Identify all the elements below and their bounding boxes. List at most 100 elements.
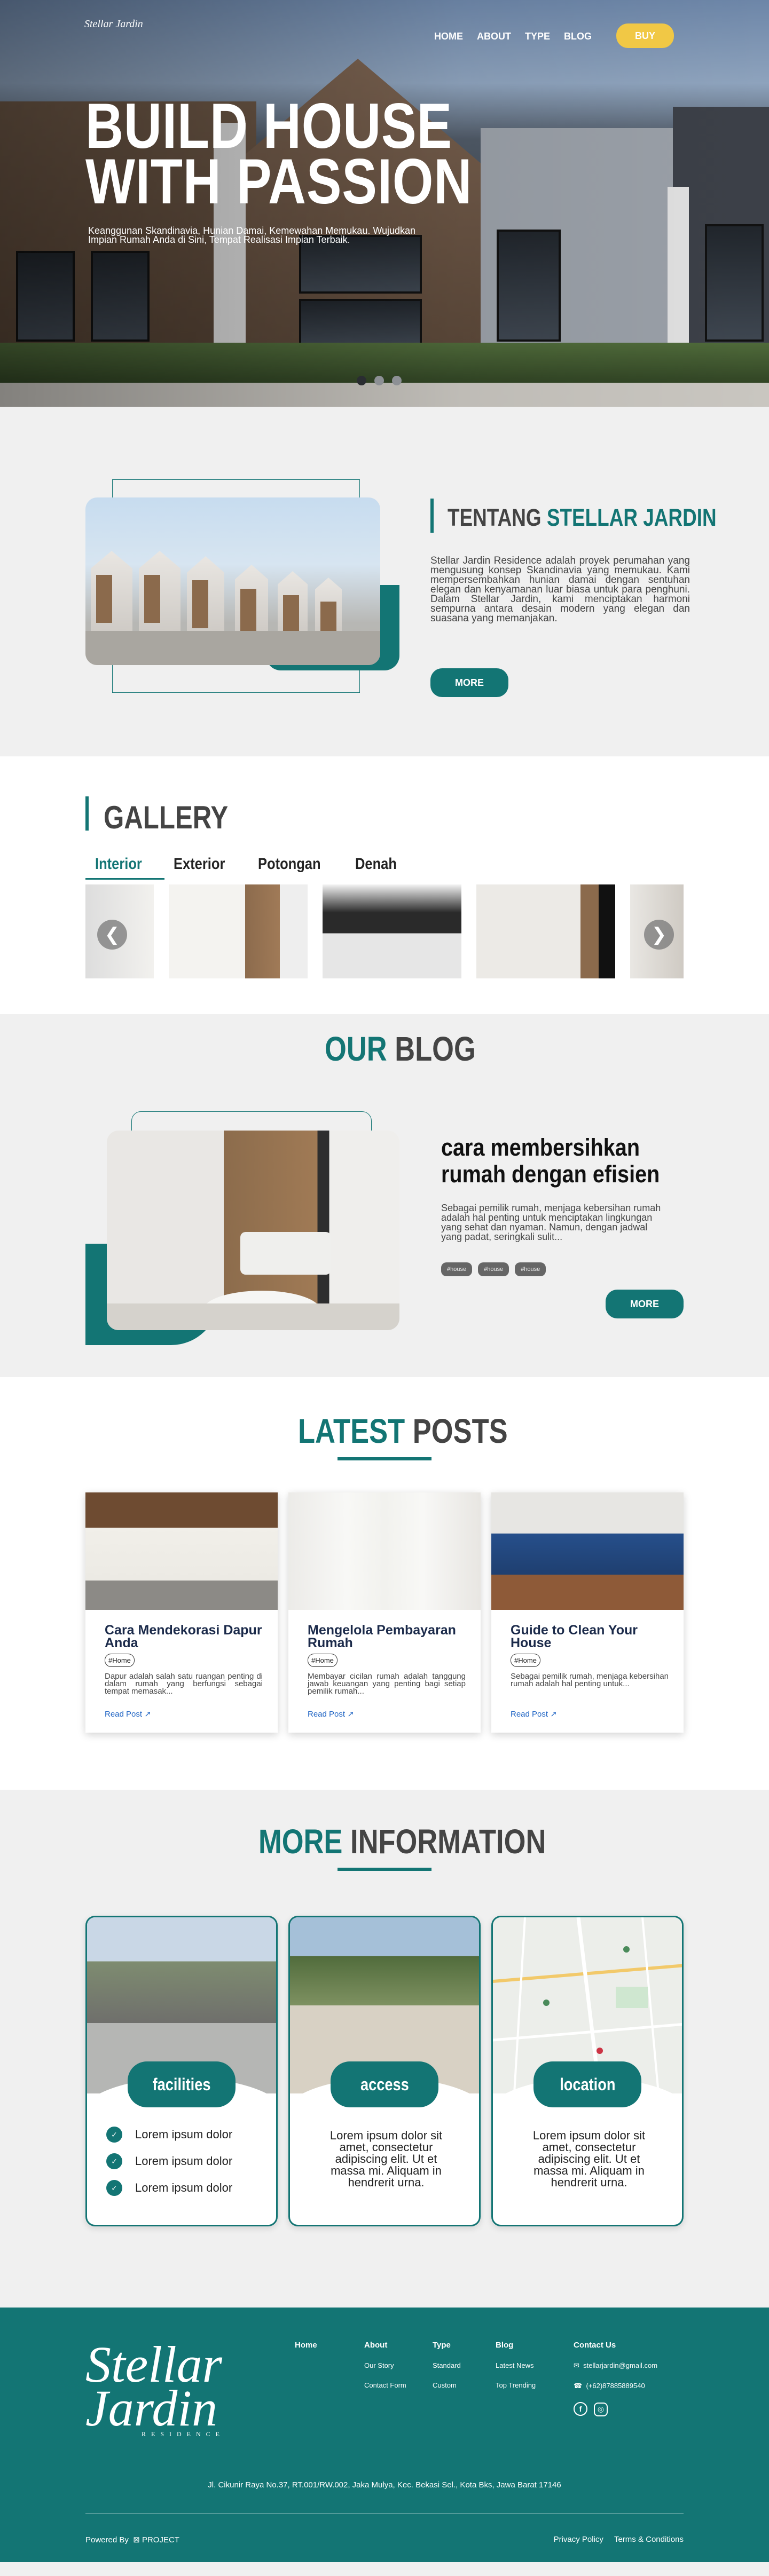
gallery-thumbnails (85, 884, 684, 978)
post-image (85, 1492, 278, 1610)
nav-about[interactable]: ABOUT (477, 31, 511, 42)
read-post-link[interactable]: Read Post ↗ (511, 1709, 557, 1719)
blog-title: OUR BLOG (325, 1030, 476, 1068)
facebook-icon[interactable]: f (574, 2402, 587, 2416)
post-image (288, 1492, 481, 1610)
about-text: Stellar Jardin Residence adalah proyek p… (430, 555, 690, 624)
contact-phone[interactable]: (+62)87885889540 (586, 2382, 645, 2390)
footer-col-home: Home (295, 2341, 317, 2361)
list-item: ✓ Lorem ipsum dolor (106, 2153, 232, 2169)
footer-link[interactable]: Custom (433, 2381, 461, 2389)
post-tag[interactable]: #Home (511, 1654, 540, 1667)
blog-excerpt: Sebagai pemilik rumah, menjaga kebersiha… (441, 1203, 661, 1242)
privacy-policy-link[interactable]: Privacy Policy (554, 2535, 603, 2544)
about-more-button[interactable]: MORE (430, 668, 508, 697)
gallery-prev-button[interactable]: ❮ (97, 920, 127, 950)
footer-link[interactable]: Top Trending (496, 2381, 536, 2389)
gallery-image[interactable] (476, 884, 615, 978)
hero-title: BUILD HOUSE WITH PASSION (85, 90, 473, 217)
footer-contact: Contact Us ✉ stellarjardin@gmail.com ☎ (… (574, 2341, 657, 2428)
hero-subtitle: Keanggunan Skandinavia, Hunian Damai, Ke… (88, 225, 416, 245)
gallery-section: GALLERY Interior Exterior Potongan Denah… (0, 756, 769, 1014)
footer-link[interactable]: Standard (433, 2361, 461, 2369)
post-tag[interactable]: #Home (308, 1654, 338, 1667)
powered-by: Powered By ⊠ PROJECT (85, 2535, 179, 2545)
footer-link[interactable]: Latest News (496, 2361, 536, 2369)
tab-denah[interactable]: Denah (355, 855, 397, 873)
blog-tag[interactable]: #house (515, 1262, 546, 1276)
project-logo-icon: ⊠ (133, 2535, 140, 2545)
gallery-image[interactable] (169, 884, 308, 978)
footer-col-type: Type Standard Custom (433, 2341, 461, 2401)
blog-more-button[interactable]: MORE (606, 1290, 684, 1318)
tab-interior[interactable]: Interior (95, 855, 142, 873)
phone-icon: ☎ (574, 2382, 583, 2390)
post-text: Membayar cicilan rumah adalah tanggung j… (308, 1672, 466, 1696)
nav-type[interactable]: TYPE (525, 31, 550, 42)
hero-section: Stellar Jardin HOME ABOUT TYPE BLOG BUY … (0, 0, 769, 407)
nav-blog[interactable]: BLOG (564, 31, 592, 42)
footer-heading: Contact Us (574, 2341, 616, 2350)
footer-col-about: About Our Story Contact Form (364, 2341, 406, 2401)
access-text: Lorem ipsum dolor sit amet, consectetur … (329, 2129, 443, 2189)
blog-tag[interactable]: #house (441, 1262, 473, 1276)
list-item: ✓ Lorem ipsum dolor (106, 2127, 232, 2143)
post-card[interactable]: Cara Mendekorasi Dapur Anda #Home Dapur … (85, 1492, 278, 1733)
info-card-facilities[interactable]: facilities ✓ Lorem ipsum dolor ✓ Lorem ips… (85, 1916, 278, 2226)
access-label: access (331, 2061, 438, 2107)
read-post-link[interactable]: Read Post ↗ (105, 1709, 151, 1719)
gallery-title: GALLERY (104, 800, 229, 835)
instagram-icon[interactable]: ◎ (594, 2402, 608, 2416)
about-image (85, 497, 380, 665)
gallery-next-button[interactable]: ❯ (644, 920, 674, 950)
footer: Stellar Jardin RESIDENCE Home About Our … (0, 2308, 769, 2562)
footer-link[interactable]: Our Story (364, 2361, 406, 2369)
latest-posts-title: LATEST POSTS (298, 1412, 508, 1450)
post-title: Mengelola Pembayaran Rumah (308, 1623, 456, 1650)
main-nav: HOME ABOUT TYPE BLOG BUY (434, 23, 674, 48)
gallery-tabs: Interior Exterior Potongan Denah (95, 855, 404, 873)
footer-legal-links: Privacy Policy Terms & Conditions (554, 2535, 684, 2544)
header-logo[interactable]: Stellar Jardin (84, 19, 143, 29)
footer-heading[interactable]: About (364, 2341, 406, 2350)
contact-email[interactable]: stellarjardin@gmail.com (583, 2361, 657, 2369)
footer-link-home[interactable]: Home (295, 2341, 317, 2350)
more-information-section: MORE INFORMATION facilities ✓ Lorem ipsum… (0, 1790, 769, 2308)
blog-tags: #house #house #house (441, 1262, 546, 1276)
carousel-dot-2[interactable] (374, 376, 384, 385)
carousel-dot-1[interactable] (357, 376, 366, 385)
location-text: Lorem ipsum dolor sit amet, consectetur … (532, 2129, 646, 2189)
post-card[interactable]: Mengelola Pembayaran Rumah #Home Membaya… (288, 1492, 481, 1733)
post-title: Guide to Clean Your House (511, 1623, 638, 1650)
facilities-list: ✓ Lorem ipsum dolor ✓ Lorem ipsum dolor ✓ L… (106, 2127, 232, 2207)
terms-link[interactable]: Terms & Conditions (614, 2535, 684, 2544)
footer-logo[interactable]: Stellar Jardin RESIDENCE (85, 2339, 256, 2438)
info-card-access[interactable]: access Lorem ipsum dolor sit amet, conse… (288, 1916, 481, 2226)
tab-potongan[interactable]: Potongan (258, 855, 321, 873)
check-icon: ✓ (106, 2127, 122, 2143)
blog-tag[interactable]: #house (478, 1262, 509, 1276)
latest-posts-section: LATEST POSTS Cara Mendekorasi Dapur Anda… (0, 1377, 769, 1790)
post-text: Dapur adalah salah satu ruangan penting … (105, 1672, 263, 1696)
buy-button[interactable]: BUY (616, 23, 674, 48)
info-card-location[interactable]: location Lorem ipsum dolor sit amet, con… (491, 1916, 684, 2226)
footer-heading[interactable]: Blog (496, 2341, 536, 2350)
gallery-image[interactable] (323, 884, 461, 978)
list-item: ✓ Lorem ipsum dolor (106, 2180, 232, 2196)
check-icon: ✓ (106, 2180, 122, 2196)
tab-exterior[interactable]: Exterior (174, 855, 225, 873)
footer-col-blog: Blog Latest News Top Trending (496, 2341, 536, 2401)
read-post-link[interactable]: Read Post ↗ (308, 1709, 354, 1719)
footer-link[interactable]: Contact Form (364, 2381, 406, 2389)
post-title: Cara Mendekorasi Dapur Anda (105, 1623, 262, 1650)
about-title: TENTANG STELLAR JARDIN (448, 504, 717, 531)
post-image (491, 1492, 684, 1610)
post-card[interactable]: Guide to Clean Your House #Home Sebagai … (491, 1492, 684, 1733)
post-tag[interactable]: #Home (105, 1654, 135, 1667)
nav-home[interactable]: HOME (434, 31, 463, 42)
footer-heading[interactable]: Type (433, 2341, 461, 2350)
more-information-title: MORE INFORMATION (258, 1822, 546, 1861)
blog-image (107, 1131, 399, 1330)
carousel-dot-3[interactable] (392, 376, 402, 385)
check-icon: ✓ (106, 2153, 122, 2169)
